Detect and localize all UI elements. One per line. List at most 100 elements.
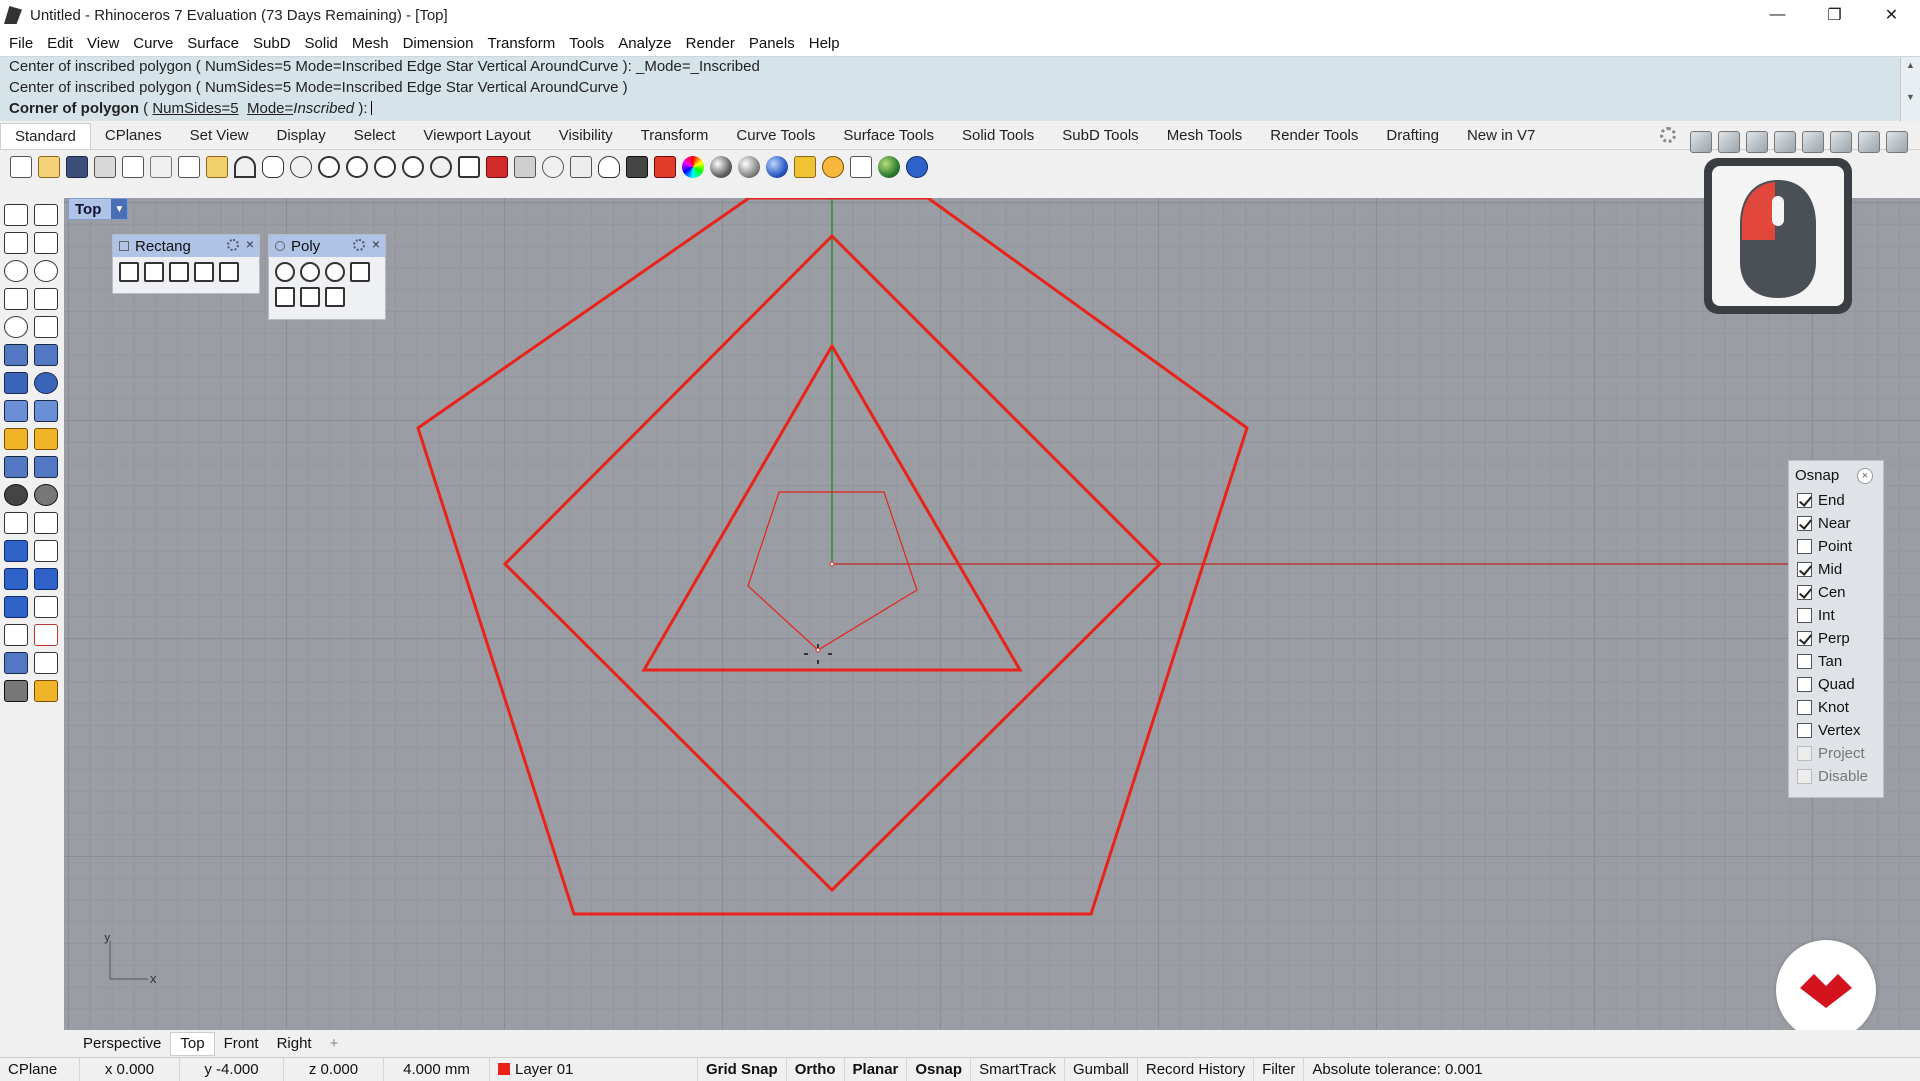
option-mode-value[interactable]: Inscribed xyxy=(293,100,354,117)
arc-icon[interactable] xyxy=(4,288,28,310)
menu-subd[interactable]: SubD xyxy=(246,35,298,52)
add-viewport-tab-icon[interactable]: + xyxy=(321,1035,348,1052)
save-icon[interactable] xyxy=(66,156,88,178)
osnap-end-checkbox[interactable] xyxy=(1797,493,1812,508)
status-layer[interactable]: Layer 01 xyxy=(490,1057,698,1081)
fillet-icon[interactable] xyxy=(4,344,28,366)
box-icon[interactable] xyxy=(4,372,28,394)
osnap-mid[interactable]: Mid xyxy=(1789,558,1883,581)
viewport-tab-top[interactable]: Top xyxy=(170,1031,215,1056)
four-viewports-icon[interactable] xyxy=(458,156,480,178)
command-prompt[interactable]: Corner of polygon ( NumSides=5 Mode=Insc… xyxy=(0,99,1920,120)
tab-mesh-tools[interactable]: Mesh Tools xyxy=(1153,123,1257,149)
pen-icon[interactable] xyxy=(1886,131,1908,153)
osnap-end[interactable]: End xyxy=(1789,489,1883,512)
tab-settings-gear-icon[interactable] xyxy=(1660,127,1676,143)
render-globe-icon[interactable] xyxy=(878,156,900,178)
menu-view[interactable]: View xyxy=(80,35,126,52)
color-wheel-icon[interactable] xyxy=(682,156,704,178)
absolute-tolerance[interactable]: Absolute tolerance: 0.001 xyxy=(1304,1058,1490,1081)
command-scrollbar[interactable]: ▲ ▼ xyxy=(1900,57,1920,122)
osnap-near-checkbox[interactable] xyxy=(1797,516,1812,531)
menu-render[interactable]: Render xyxy=(679,35,742,52)
tab-drafting[interactable]: Drafting xyxy=(1372,123,1453,149)
polygon-center-icon[interactable] xyxy=(275,262,295,282)
osnap-knot[interactable]: Knot xyxy=(1789,696,1883,719)
osnap-int[interactable]: Int xyxy=(1789,604,1883,627)
tab-select[interactable]: Select xyxy=(340,123,410,149)
point-icon[interactable] xyxy=(34,204,58,226)
viewport-tab-front[interactable]: Front xyxy=(215,1035,268,1052)
tab-visibility[interactable]: Visibility xyxy=(545,123,627,149)
rendered-icon[interactable] xyxy=(1746,131,1768,153)
tab-new-in-v7[interactable]: New in V7 xyxy=(1453,123,1549,149)
menu-mesh[interactable]: Mesh xyxy=(345,35,396,52)
menu-tools[interactable]: Tools xyxy=(562,35,611,52)
osnap-vertex-checkbox[interactable] xyxy=(1797,723,1812,738)
tab-curve-tools[interactable]: Curve Tools xyxy=(722,123,829,149)
menu-help[interactable]: Help xyxy=(802,35,847,52)
osnap-cen-checkbox[interactable] xyxy=(1797,585,1812,600)
zoom-dynamic-icon[interactable] xyxy=(318,156,340,178)
surface-analysis-icon[interactable] xyxy=(4,652,28,674)
split-icon[interactable] xyxy=(4,456,28,478)
minimize-button[interactable]: — xyxy=(1749,0,1806,30)
tab-transform[interactable]: Transform xyxy=(627,123,723,149)
group-icon[interactable] xyxy=(4,484,28,506)
lightning-icon[interactable] xyxy=(34,428,58,450)
rectangle-icon[interactable] xyxy=(34,288,58,310)
extrude-icon[interactable] xyxy=(4,400,28,422)
osnap-disable-checkbox[interactable] xyxy=(1797,769,1812,784)
polyline-icon[interactable] xyxy=(4,232,28,254)
offset-icon[interactable] xyxy=(34,344,58,366)
rendered-sphere-icon[interactable] xyxy=(738,156,760,178)
tab-cplanes[interactable]: CPlanes xyxy=(91,123,176,149)
rectangle-center-icon[interactable] xyxy=(144,262,164,282)
status-cplane[interactable]: CPlane xyxy=(0,1057,80,1081)
viewport-menu-chevron-icon[interactable]: ▼ xyxy=(111,199,128,219)
polygon-vertical-icon[interactable] xyxy=(300,287,320,307)
osnap-perp-checkbox[interactable] xyxy=(1797,631,1812,646)
join-icon[interactable] xyxy=(4,512,28,534)
curve-icon[interactable] xyxy=(34,232,58,254)
osnap-mid-checkbox[interactable] xyxy=(1797,562,1812,577)
helix-icon[interactable] xyxy=(34,316,58,338)
tab-subd-tools[interactable]: SubD Tools xyxy=(1048,123,1152,149)
xray-icon[interactable] xyxy=(1802,131,1824,153)
osnap-project-checkbox[interactable] xyxy=(1797,746,1812,761)
zoom-window-icon[interactable] xyxy=(346,156,368,178)
sphere-icon[interactable] xyxy=(34,372,58,394)
polygon-around-curve-icon[interactable] xyxy=(325,287,345,307)
tab-standard[interactable]: Standard xyxy=(0,123,91,149)
export-icon[interactable] xyxy=(122,156,144,178)
osnap-point-checkbox[interactable] xyxy=(1797,539,1812,554)
osnap-tan-checkbox[interactable] xyxy=(1797,654,1812,669)
select-all-icon[interactable] xyxy=(486,156,508,178)
shaded-icon[interactable] xyxy=(1718,131,1740,153)
boolean-icon[interactable] xyxy=(4,428,28,450)
layer-icon[interactable] xyxy=(654,156,676,178)
record-history-toggle[interactable]: Record History xyxy=(1138,1057,1255,1081)
grid-array-icon[interactable] xyxy=(4,624,28,646)
wireframe-icon[interactable] xyxy=(1690,131,1712,153)
zoom-extents-icon[interactable] xyxy=(374,156,396,178)
viewport-title-tab[interactable]: Top ▼ xyxy=(68,198,129,220)
polygon-edge-icon[interactable] xyxy=(325,262,345,282)
mirror-icon[interactable] xyxy=(34,568,58,590)
undo-view-icon[interactable] xyxy=(430,156,452,178)
menu-dimension[interactable]: Dimension xyxy=(396,35,481,52)
hide-objects-icon[interactable] xyxy=(514,156,536,178)
osnap-project[interactable]: Project xyxy=(1789,742,1883,765)
osnap-tan[interactable]: Tan xyxy=(1789,650,1883,673)
rectangle-toolbar-close-icon[interactable]: × xyxy=(246,236,254,252)
loft-icon[interactable] xyxy=(34,400,58,422)
explode-icon[interactable] xyxy=(34,512,58,534)
polygon-square-icon[interactable] xyxy=(350,262,370,282)
menu-edit[interactable]: Edit xyxy=(40,35,80,52)
tab-solid-tools[interactable]: Solid Tools xyxy=(948,123,1048,149)
check-icon[interactable] xyxy=(34,652,58,674)
cut-icon[interactable] xyxy=(150,156,172,178)
pan-hand-icon[interactable] xyxy=(262,156,284,178)
grid-snap-toggle[interactable]: Grid Snap xyxy=(698,1057,787,1081)
paste-icon[interactable] xyxy=(206,156,228,178)
